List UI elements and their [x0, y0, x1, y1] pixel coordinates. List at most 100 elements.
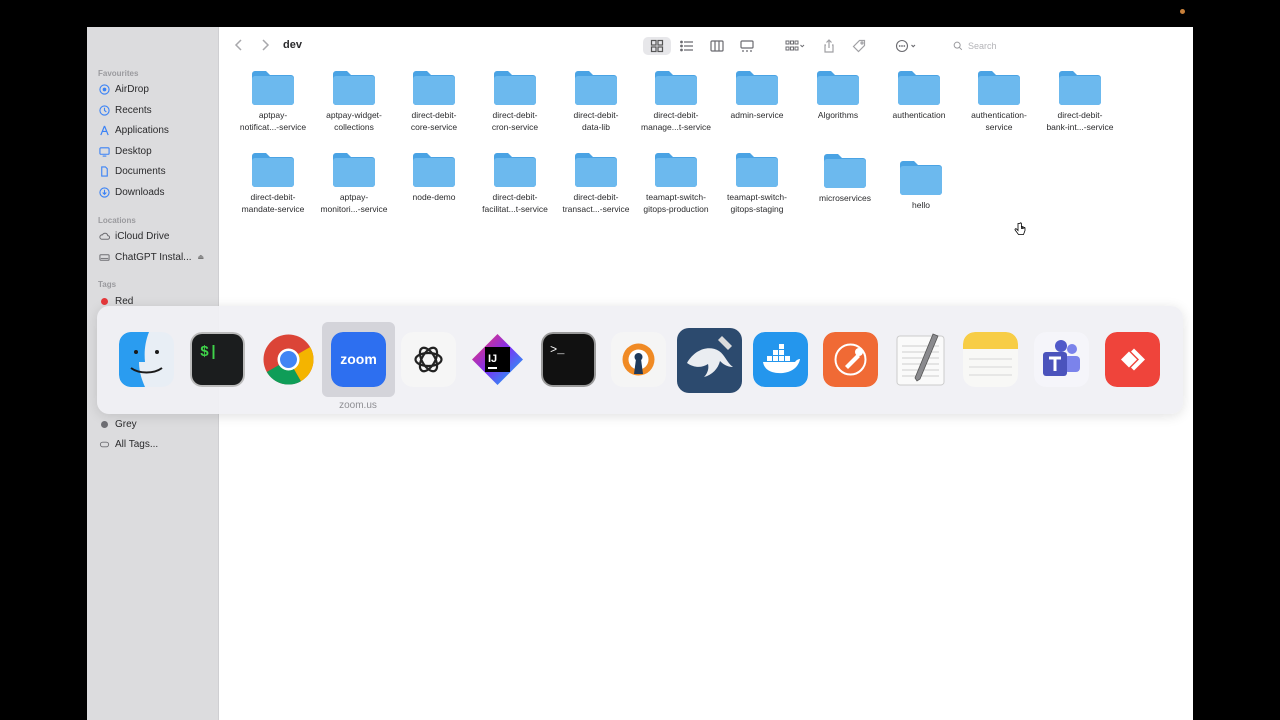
folder-item[interactable]: aptpay-monitori...-service — [314, 149, 394, 215]
list-view-button[interactable] — [674, 37, 700, 55]
grey-tag-icon — [101, 420, 108, 428]
sidebar-item-label: AirDrop — [115, 83, 149, 95]
folder-name: aptpay-widget- — [326, 110, 382, 120]
dock-app-intellij[interactable]: IJ — [470, 332, 525, 387]
dock-app-teams[interactable] — [1034, 332, 1089, 387]
sidebar-all-tags[interactable]: All Tags... — [98, 435, 216, 453]
sidebar-tag-grey[interactable]: Grey — [98, 415, 216, 433]
group-grid-icon — [785, 40, 805, 51]
folder-item[interactable]: authentication — [879, 67, 959, 122]
folder-item[interactable]: node-demo — [394, 149, 474, 204]
dock-app-terminal[interactable]: >_ — [541, 332, 596, 387]
folder-icon — [575, 153, 617, 187]
folder-item[interactable]: direct-debit-facilitat...t-service — [475, 149, 555, 215]
folder-icon — [900, 161, 942, 195]
dock-app-finder[interactable] — [119, 332, 174, 387]
sidebar-item-documents[interactable]: Documents — [98, 162, 216, 180]
applications-icon — [98, 124, 110, 136]
folder-item[interactable]: aptpay-notificat...-service — [233, 67, 313, 133]
sidebar-item-airdrop[interactable]: AirDrop — [98, 80, 216, 98]
dock-app-chrome[interactable] — [261, 332, 316, 387]
folder-name: direct-debit- — [653, 110, 699, 120]
gallery-view-button[interactable] — [734, 37, 760, 55]
search-field[interactable] — [947, 36, 1179, 56]
icon-view-button[interactable] — [643, 37, 671, 55]
folder-item[interactable]: direct-debit-mandate-service — [233, 149, 313, 215]
search-input[interactable] — [968, 41, 1168, 51]
dock-app-openvpn[interactable] — [611, 332, 666, 387]
dock-app-mysql-workbench[interactable] — [677, 328, 742, 393]
folder-item[interactable]: direct-debit-data-lib — [556, 67, 636, 133]
sidebar-item-label: Desktop — [115, 145, 152, 157]
folder-name: teamapt-switch- — [727, 192, 787, 202]
dock-app-notes[interactable] — [963, 332, 1018, 387]
sidebar-section-locations: Locations — [98, 216, 136, 225]
sidebar-item-desktop[interactable]: Desktop — [98, 142, 216, 160]
folder-icon — [494, 153, 536, 187]
folder-name: authentication- — [971, 110, 1027, 120]
hand-cursor-icon — [1014, 222, 1026, 235]
columns-icon — [710, 40, 724, 52]
sidebar-item-applications[interactable]: Applications — [98, 121, 216, 139]
folder-item[interactable]: authentication-service — [959, 67, 1039, 133]
folder-name: aptpay- — [258, 110, 288, 120]
column-view-button[interactable] — [704, 37, 730, 55]
desktop-screen: Favourites AirDrop Recents Applications … — [0, 0, 1280, 720]
folder-name-line2: service — [985, 121, 1013, 132]
folder-item[interactable]: teamapt-switch-gitops-production — [636, 149, 716, 215]
share-button[interactable] — [819, 37, 839, 55]
folder-icon — [1059, 71, 1101, 105]
back-button[interactable] — [232, 38, 246, 52]
folder-item[interactable]: hello — [881, 157, 961, 212]
folder-name: direct-debit- — [492, 110, 538, 120]
sidebar-item-recents[interactable]: Recents — [98, 101, 216, 119]
folder-item[interactable]: direct-debit-core-service — [394, 67, 474, 133]
dock-app-chatgpt[interactable] — [401, 332, 456, 387]
tags-button[interactable] — [849, 37, 869, 55]
desktop-icon — [98, 145, 110, 157]
folder-icon — [413, 153, 455, 187]
folder-name: direct-debit- — [411, 110, 457, 120]
chrome-icon — [263, 334, 314, 385]
gallery-icon — [740, 40, 754, 52]
sidebar-item-label: iCloud Drive — [115, 230, 170, 242]
folder-item[interactable]: direct-debit-manage...t-service — [636, 67, 716, 133]
folder-item[interactable]: direct-debit-cron-service — [475, 67, 555, 133]
folder-name-line2: transact...-service — [562, 203, 630, 214]
sidebar-item-label: Downloads — [115, 186, 165, 198]
sidebar-item-downloads[interactable]: Downloads — [98, 183, 216, 201]
group-by-button[interactable] — [779, 37, 811, 55]
dock-app-anydesk[interactable] — [1105, 332, 1160, 387]
folder-item[interactable]: direct-debit-bank-int...-service — [1040, 67, 1120, 133]
sidebar-item-label: Applications — [115, 124, 169, 136]
more-actions-button[interactable] — [889, 37, 923, 55]
folder-item[interactable]: Algorithms — [798, 67, 878, 122]
mysql-workbench-icon — [677, 328, 742, 393]
dock-app-iterm[interactable]: $| — [190, 332, 245, 387]
folder-item[interactable]: microservices — [805, 150, 885, 205]
docker-icon — [753, 332, 808, 387]
dock-app-postman[interactable] — [823, 332, 878, 387]
folder-icon — [898, 71, 940, 105]
anydesk-icon — [1105, 332, 1160, 387]
grid-icon — [650, 39, 664, 53]
folder-item[interactable]: aptpay-widget-collections — [314, 67, 394, 133]
folder-item[interactable]: direct-debit-transact...-service — [556, 149, 636, 215]
sidebar-item-chatgpt-installer[interactable]: ChatGPT Instal... ⏏ — [98, 248, 216, 266]
openvpn-icon — [611, 332, 666, 387]
folder-name: direct-debit- — [250, 192, 296, 202]
dock-app-zoom[interactable]: zoom — [331, 332, 386, 387]
folder-item[interactable]: teamapt-switch-gitops-staging — [717, 149, 797, 215]
eject-icon[interactable]: ⏏ — [198, 253, 205, 261]
dock-app-docker[interactable] — [753, 332, 808, 387]
folder-icon — [333, 71, 375, 105]
list-icon — [680, 40, 693, 52]
folder-icon — [333, 153, 375, 187]
folder-name-line2: monitori...-service — [320, 203, 388, 214]
dock-app-textedit[interactable] — [893, 332, 948, 387]
folder-item[interactable]: admin-service — [717, 67, 797, 122]
download-icon — [98, 186, 110, 198]
forward-button[interactable] — [258, 38, 272, 52]
sidebar-item-icloud-drive[interactable]: iCloud Drive — [98, 227, 216, 245]
folder-name: hello — [912, 200, 930, 210]
